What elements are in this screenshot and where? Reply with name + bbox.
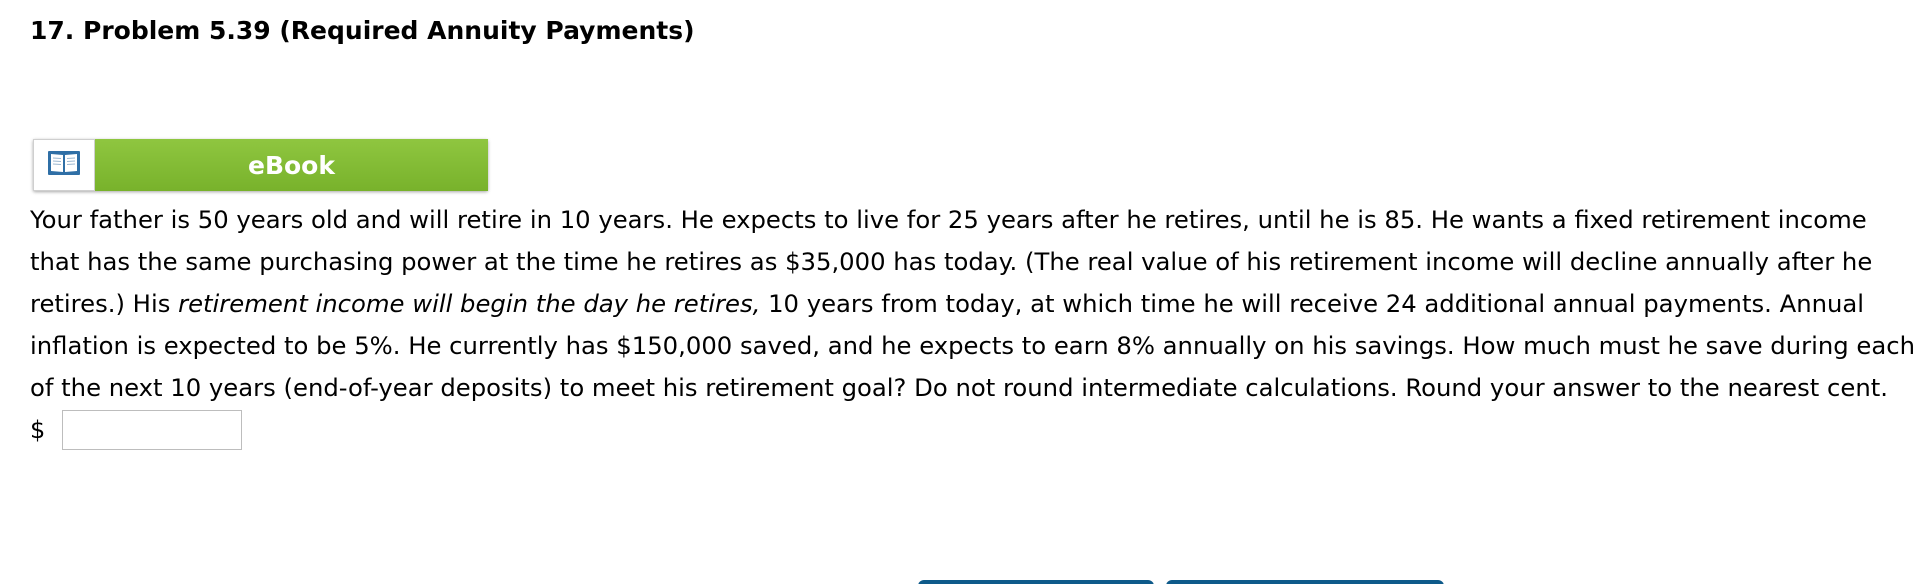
problem-statement: Your father is 50 years old and will ret… [30,199,1920,409]
open-book-icon [47,150,81,180]
ebook-icon-box [33,139,95,191]
problem-text-italic: retirement income will begin the day he … [178,289,761,318]
ebook-label: eBook [248,150,335,180]
currency-symbol: $ [30,416,46,444]
problem-page: 17. Problem 5.39 (Required Annuity Payme… [0,0,1922,584]
ebook-button[interactable]: eBook [33,139,488,191]
answer-input[interactable] [62,410,242,450]
answer-row: $ [30,410,242,450]
nav-button-right[interactable] [1166,580,1444,584]
ebook-label-box: eBook [95,139,488,191]
nav-button-left[interactable] [918,580,1154,584]
problem-title: 17. Problem 5.39 (Required Annuity Payme… [30,16,695,45]
